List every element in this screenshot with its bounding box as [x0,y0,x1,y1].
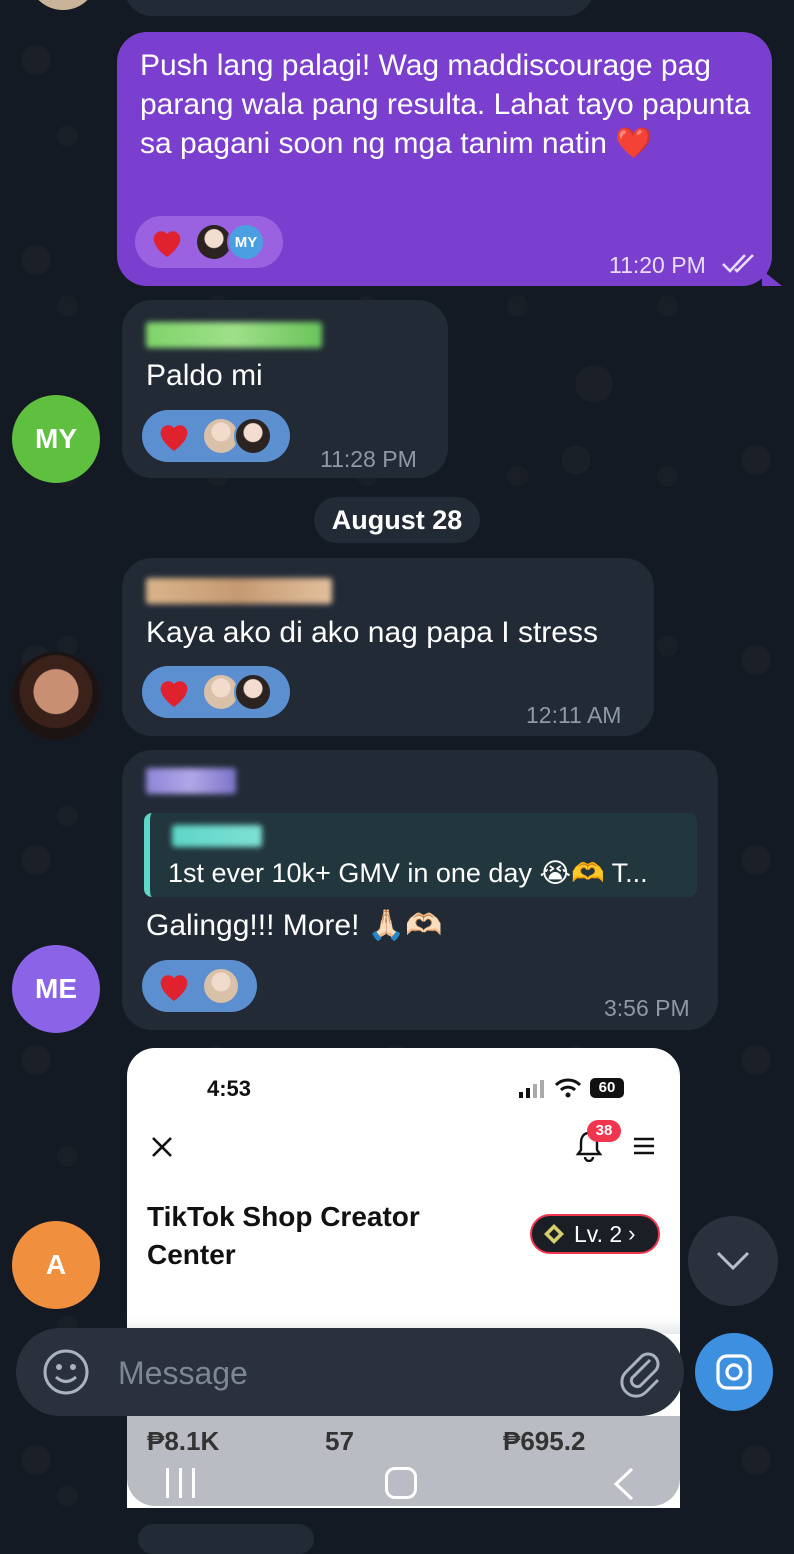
avatar[interactable] [12,652,100,740]
message-time: 12:11 AM [526,702,622,728]
heart-icon [160,425,188,451]
date-separator: August 28 [314,497,480,543]
level-text: Lv. 2 [574,1220,623,1247]
reactor-avatar: MY [227,223,265,261]
emoji-icon[interactable] [42,1348,90,1396]
diamond-icon [544,1224,564,1244]
stat-value: ₱695.2 [503,1426,586,1456]
reply-quote[interactable]: 1st ever 10k+ GMV in one day 😭🫶 T... [144,813,697,897]
stat-value: 57 [325,1426,354,1456]
reaction-bar[interactable] [142,410,290,462]
reactor-avatar [234,417,272,455]
sender-name-redacted [146,322,322,348]
camera-button[interactable] [695,1333,773,1411]
outgoing-message-bubble[interactable]: Push lang palagi! Wag maddiscourage pag … [117,32,772,286]
heart-icon [153,231,181,257]
message-text: Push lang palagi! Wag maddiscourage pag … [140,49,751,160]
battery-level: 60 [598,1079,616,1096]
message-text: Paldo mi [146,359,263,392]
reaction-bar[interactable] [142,960,257,1012]
camera-icon [716,1354,752,1390]
read-receipt-icon [722,254,754,273]
stat-value: ₱8.1K [147,1426,220,1456]
reactor-avatar [234,673,272,711]
menu-icon [634,1137,654,1155]
heart-icon [160,681,188,707]
status-time: 4:53 [207,1076,252,1101]
message-composer [16,1328,684,1416]
avatar[interactable]: ME [12,945,100,1033]
sender-name-redacted [146,768,236,794]
incoming-message-bubble[interactable]: Paldo mi 11:28 PM [122,300,448,478]
message-time: 11:28 PM [320,446,417,472]
level-badge: Lv. 2 › [530,1214,660,1254]
message-text: Kaya ako di ako nag papa I stress [146,616,598,649]
heart-icon [160,975,188,1001]
nav-recents-icon[interactable] [164,1468,198,1498]
reaction-bar[interactable]: MY [135,216,283,268]
bubble-tail [762,270,782,286]
reactor-avatar [202,967,240,1005]
close-icon [152,1137,172,1157]
chevron-down-icon [716,1251,750,1271]
message-text: Galingg!!! More! 🙏🏻🫶🏻 [146,909,443,942]
reply-sender-redacted [172,825,262,847]
next-bubble-partial [138,1524,314,1554]
reaction-bar[interactable] [142,666,290,718]
battery-indicator: 60 [590,1078,624,1098]
message-input[interactable] [116,1346,600,1400]
signal-icon [519,1080,544,1098]
previous-bubble-partial [124,0,594,16]
wifi-icon [555,1078,581,1098]
message-time: 3:56 PM [604,995,690,1021]
reply-text: 1st ever 10k+ GMV in one day 😭🫶 T... [168,858,648,888]
message-time: 11:20 PM [609,252,706,278]
avatar[interactable]: A [12,1221,100,1309]
nav-back-icon[interactable] [612,1467,636,1501]
nav-home-icon[interactable] [385,1467,417,1499]
scroll-down-button[interactable] [688,1216,778,1306]
sender-name-redacted [146,578,332,604]
notification-badge: 38 [587,1120,621,1142]
chevron-right-icon: › [628,1221,636,1246]
incoming-message-bubble[interactable]: Kaya ako di ako nag papa I stress 12:11 … [122,558,654,736]
page-title: TikTok Shop Creator Center [147,1201,420,1270]
attach-icon[interactable] [620,1348,664,1398]
avatar[interactable]: MY [12,395,100,483]
